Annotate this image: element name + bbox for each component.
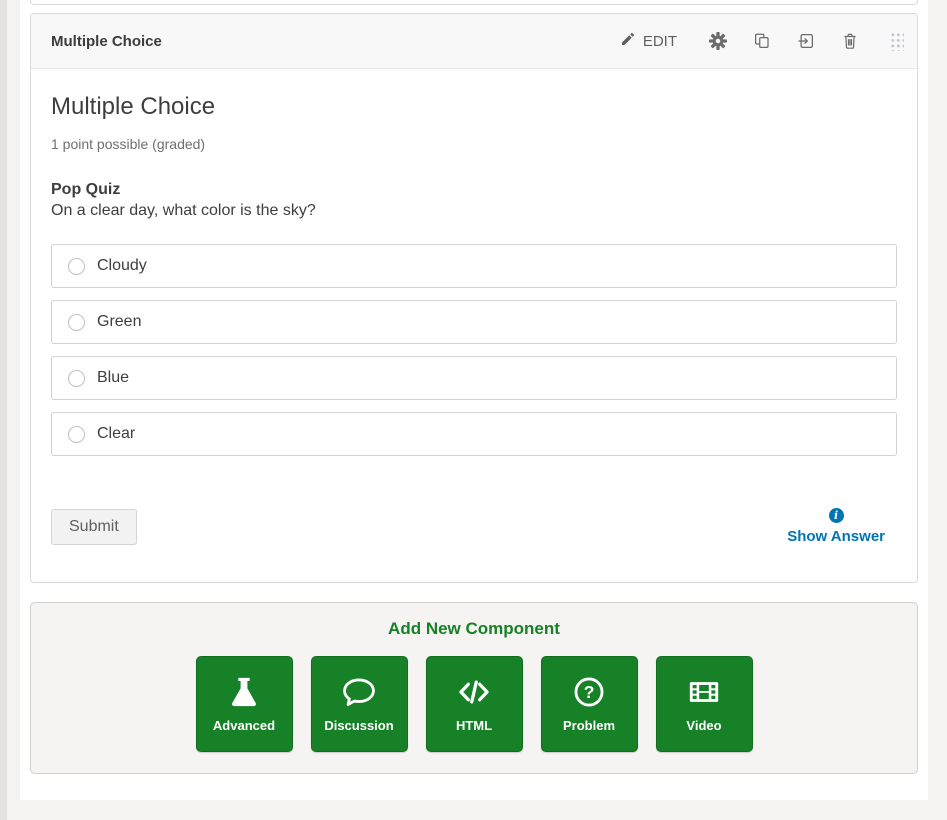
problem-preview: Multiple Choice 1 point possible (graded… (31, 69, 917, 545)
add-button-label: Discussion (324, 718, 393, 733)
add-html-button[interactable]: HTML (426, 656, 523, 752)
answer-option-label: Blue (97, 369, 129, 387)
edit-button-label: EDIT (643, 33, 677, 50)
speech-bubble-icon (342, 675, 376, 709)
question-text: On a clear day, what color is the sky? (51, 202, 897, 220)
answer-option[interactable]: Blue (51, 356, 897, 400)
points-text: 1 point possible (graded) (51, 136, 897, 152)
svg-text:?: ? (584, 682, 595, 702)
trash-icon (841, 32, 859, 50)
answer-option-label: Green (97, 313, 141, 331)
add-advanced-button[interactable]: Advanced (196, 656, 293, 752)
component-title: Multiple Choice (51, 33, 162, 50)
answer-option-label: Clear (97, 425, 135, 443)
answer-option[interactable]: Green (51, 300, 897, 344)
add-new-component-title: Add New Component (31, 619, 917, 639)
add-component-buttons: Advanced Discussion HT (31, 656, 917, 752)
gear-icon (709, 32, 727, 50)
problem-actions: Submit i Show Answer (51, 508, 897, 545)
code-brackets-icon (456, 675, 492, 709)
duplicate-button[interactable] (751, 30, 773, 52)
edit-button[interactable]: EDIT (620, 31, 677, 51)
add-discussion-button[interactable]: Discussion (311, 656, 408, 752)
question-mark-icon: ? (572, 675, 606, 709)
radio-button[interactable] (68, 426, 85, 443)
radio-button[interactable] (68, 370, 85, 387)
add-problem-button[interactable]: ? Problem (541, 656, 638, 752)
duplicate-icon (753, 32, 771, 50)
answer-option-label: Cloudy (97, 257, 147, 275)
answer-option[interactable]: Cloudy (51, 244, 897, 288)
unit-page-canvas: Multiple Choice EDIT (20, 0, 928, 800)
multiple-choice-component: Multiple Choice EDIT (30, 13, 918, 583)
flask-icon (227, 675, 261, 709)
radio-button[interactable] (68, 258, 85, 275)
problem-title: Multiple Choice (51, 93, 897, 121)
radio-button[interactable] (68, 314, 85, 331)
pencil-icon (620, 31, 636, 51)
submit-button[interactable]: Submit (51, 509, 137, 545)
show-answer-label: Show Answer (787, 528, 885, 545)
move-icon (797, 32, 815, 50)
add-new-component-panel: Add New Component Advanced Discussion (30, 602, 918, 774)
add-button-label: Video (686, 718, 721, 733)
settings-button[interactable] (707, 30, 729, 52)
delete-button[interactable] (839, 30, 861, 52)
move-button[interactable] (795, 30, 817, 52)
answer-option[interactable]: Clear (51, 412, 897, 456)
add-button-label: Problem (563, 718, 615, 733)
add-button-label: Advanced (213, 718, 275, 733)
window-edge (0, 0, 7, 820)
question-title: Pop Quiz (51, 181, 897, 199)
component-toolbar: EDIT (620, 30, 904, 52)
drag-handle[interactable] (889, 31, 904, 51)
add-video-button[interactable]: Video (656, 656, 753, 752)
add-button-label: HTML (456, 718, 492, 733)
show-answer-link[interactable]: i Show Answer (787, 508, 885, 545)
previous-component-edge (30, 0, 918, 5)
info-icon: i (829, 508, 844, 523)
component-header: Multiple Choice EDIT (31, 14, 917, 69)
film-strip-icon (687, 675, 721, 709)
